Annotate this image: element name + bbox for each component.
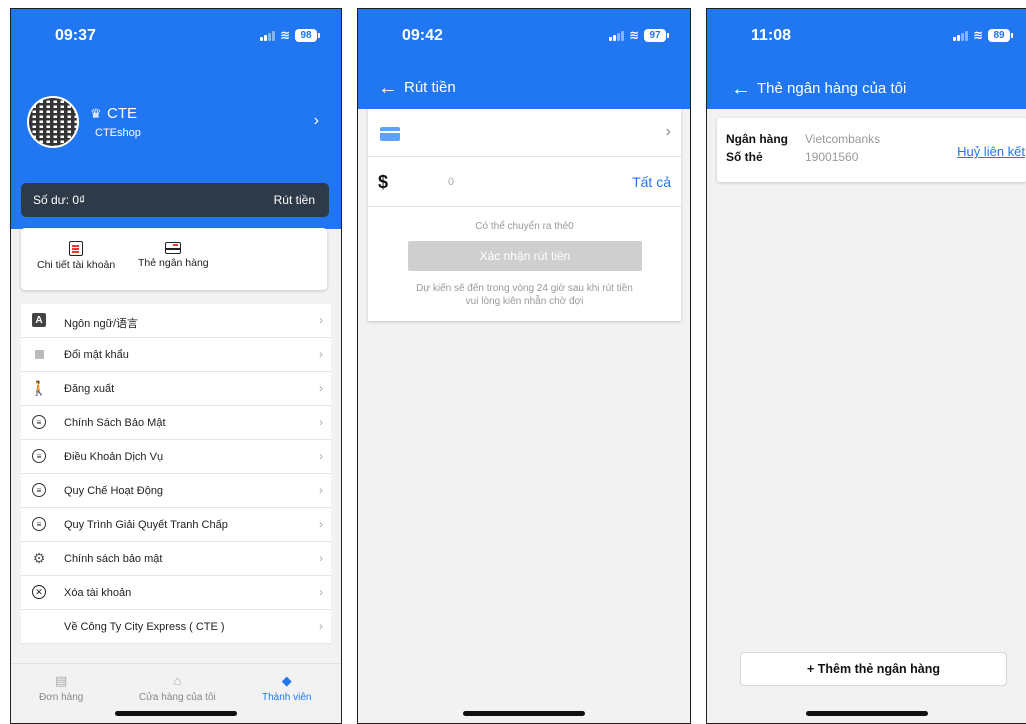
balance-label: Số dư: 0₫ — [33, 193, 86, 207]
orders-icon: ▤ — [55, 673, 68, 688]
chevron-right-icon: › — [665, 123, 671, 140]
withdraw-form: › $ 0 Tất cả Có thể chuyển ra thẻ0 Xác n… — [368, 109, 681, 321]
chevron-right-icon: › — [319, 347, 323, 361]
list-icon: ≡ — [32, 415, 46, 429]
bank-card-item: Ngân hàng Vietcombanks Số thẻ 19001560 H… — [717, 118, 1026, 182]
back-arrow-icon[interactable]: ← — [378, 78, 398, 98]
balance-bar: Số dư: 0₫ Rút tiền — [21, 183, 329, 217]
chevron-right-icon[interactable]: › — [314, 112, 319, 130]
settings-menu: A Ngôn ngữ/语言 › Đổi mật khẩu › 🚶 Đăng xu… — [21, 304, 331, 644]
page-title: Thẻ ngân hàng của tôi — [757, 80, 907, 97]
page-title: Rút tiền — [404, 79, 456, 96]
withdraw-button[interactable]: Rút tiền — [274, 193, 315, 207]
menu-item-operating-rules[interactable]: ≡ Quy Chế Hoạt Động › — [21, 474, 331, 508]
wifi-icon: ≋ — [279, 28, 290, 42]
walk-icon: 🚶 — [30, 379, 48, 396]
bank-card-button[interactable]: Thẻ ngân hàng — [138, 241, 209, 269]
withdraw-all-button[interactable]: Tất cả — [632, 174, 671, 190]
chevron-right-icon: › — [319, 381, 323, 395]
home-indicator — [463, 711, 585, 716]
credit-card-icon — [380, 127, 400, 141]
chevron-right-icon: › — [319, 313, 323, 327]
confirm-withdraw-button[interactable]: Xác nhận rút tiền — [408, 241, 642, 271]
home-indicator — [805, 711, 928, 716]
menu-item-dispute-process[interactable]: ≡ Quy Trình Giải Quyết Tranh Chấp › — [21, 508, 331, 542]
tab-member[interactable]: ◆ Thành viên — [262, 674, 311, 703]
bank-cards-screen: 11:08 ≋ 89 ← Thẻ ngân hàng của tôi Ngân … — [706, 8, 1026, 724]
battery-icon: 98 — [295, 28, 320, 42]
card-number: 19001560 — [805, 150, 859, 164]
credit-card-icon — [165, 242, 182, 254]
signal-icon — [952, 30, 968, 41]
menu-item-language[interactable]: A Ngôn ngữ/语言 › — [21, 304, 331, 338]
profile-screen: 09:37 ≋ 98 ♛ CTE CTEshop › Số dư: 0₫ Rút… — [10, 8, 342, 724]
lock-icon — [32, 347, 46, 361]
menu-item-logout[interactable]: 🚶 Đăng xuất › — [21, 372, 331, 406]
back-arrow-icon[interactable]: ← — [731, 79, 751, 99]
menu-item-security-policy[interactable]: ⚙ Chính sách bảo mật › — [21, 542, 331, 576]
gear-icon: ⚙ — [32, 549, 46, 566]
chevron-right-icon: › — [319, 551, 323, 565]
qr-code-icon — [29, 98, 77, 146]
signal-icon — [608, 30, 624, 41]
add-bank-card-button[interactable]: + Thêm thẻ ngân hàng — [740, 652, 1007, 686]
quick-actions: Chi tiết tài khoản Thẻ ngân hàng — [21, 228, 327, 290]
chevron-right-icon: › — [319, 517, 323, 531]
avatar[interactable] — [27, 96, 79, 148]
chevron-right-icon: › — [319, 585, 323, 599]
diamond-icon: ◆ — [281, 673, 292, 688]
battery-icon: 89 — [988, 28, 1013, 42]
bank-label: Ngân hàng — [726, 132, 788, 146]
chevron-right-icon: › — [319, 619, 323, 633]
tab-my-shop[interactable]: ⌂ Cửa hàng của tôi — [139, 674, 216, 703]
chevron-right-icon: › — [319, 483, 323, 497]
wifi-icon: ≋ — [628, 28, 639, 42]
menu-item-privacy-policy[interactable]: ≡ Chính Sách Bảo Mật › — [21, 406, 331, 440]
status-time: 09:37 — [55, 27, 96, 44]
list-icon: ≡ — [32, 517, 46, 531]
status-bar: 09:42 ≋ 97 — [358, 9, 690, 59]
currency-symbol: $ — [378, 172, 389, 192]
status-bar: 09:37 ≋ 98 — [11, 9, 341, 59]
menu-item-about[interactable]: Về Công Ty City Express ( CTE ) › — [21, 610, 331, 644]
bank-name: Vietcombanks — [805, 132, 881, 146]
home-icon: ⌂ — [173, 673, 182, 688]
withdraw-screen: 09:42 ≋ 97 ← Rút tiền › $ 0 Tất cả Có th… — [357, 8, 691, 724]
available-text: Có thể chuyển ra thẻ0 — [475, 221, 574, 232]
menu-item-terms[interactable]: ≡ Điều Khoản Dịch Vụ › — [21, 440, 331, 474]
list-icon: ≡ — [32, 483, 46, 497]
tab-orders[interactable]: ▤ Đơn hàng — [39, 674, 83, 703]
shop-name: CTEshop — [95, 127, 141, 139]
menu-item-change-password[interactable]: Đổi mật khẩu › — [21, 338, 331, 372]
language-icon: A — [32, 313, 46, 327]
card-number-label: Số thẻ — [726, 150, 763, 164]
crown-icon: ♛ — [90, 106, 102, 121]
withdraw-note: Dự kiến sẽ đến trong vòng 24 giờ sau khi… — [416, 283, 633, 307]
list-icon: ≡ — [32, 449, 46, 463]
battery-icon: 97 — [644, 28, 669, 42]
unlink-button[interactable]: Huỷ liên kết — [957, 144, 1025, 159]
menu-item-delete-account[interactable]: ✕ Xóa tài khoản › — [21, 576, 331, 610]
select-card-row[interactable]: › — [368, 109, 681, 157]
user-name: CTE — [107, 105, 137, 122]
close-circle-icon: ✕ — [32, 585, 46, 599]
wifi-icon: ≋ — [972, 28, 983, 42]
amount-input[interactable]: 0 — [448, 176, 454, 188]
account-details-button[interactable]: Chi tiết tài khoản — [37, 241, 115, 271]
document-icon — [69, 241, 84, 256]
chevron-right-icon: › — [319, 449, 323, 463]
signal-icon — [259, 30, 275, 41]
status-time: 09:42 — [402, 27, 443, 44]
chevron-right-icon: › — [319, 415, 323, 429]
status-time: 11:08 — [751, 27, 792, 44]
amount-row: $ 0 Tất cả — [368, 157, 681, 207]
home-indicator — [115, 711, 237, 716]
status-bar: 11:08 ≋ 89 — [707, 9, 1026, 59]
